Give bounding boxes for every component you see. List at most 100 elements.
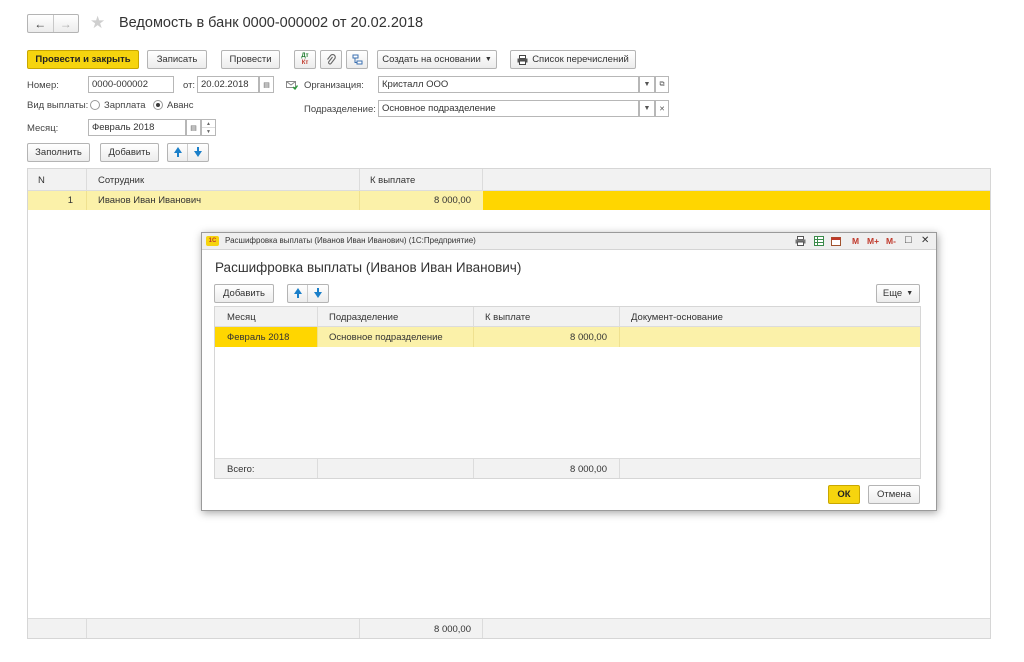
col-divider — [473, 458, 474, 478]
col-divider — [359, 618, 360, 638]
number-field[interactable]: 0000-000002 — [88, 76, 174, 93]
close-icon[interactable]: ✕ — [921, 235, 929, 246]
dialog-table-header: Месяц Подразделение К выплате Документ-о… — [215, 307, 920, 327]
arrow-up-stem — [177, 153, 179, 157]
header-basis-document[interactable]: Документ-основание — [631, 307, 723, 327]
attach-file-button[interactable] — [320, 50, 342, 69]
row-employee: Иванов Иван Иванович — [98, 195, 202, 206]
col-divider — [619, 458, 620, 478]
pay-type-salary-label[interactable]: Зарплата — [104, 100, 146, 111]
add-row-button[interactable]: Добавить — [100, 143, 159, 162]
save-button[interactable]: Записать — [147, 50, 207, 69]
cancel-button[interactable]: Отмена — [868, 485, 920, 504]
more-button[interactable]: Еще ▼ — [876, 284, 920, 303]
kt-label: Кт — [301, 59, 309, 66]
organization-open-icon[interactable]: ⧉ — [655, 76, 669, 93]
row-division: Основное подразделение — [329, 331, 443, 343]
print-icon[interactable] — [795, 236, 806, 246]
chevron-down-icon: ▼ — [906, 290, 914, 297]
table-row[interactable]: 1 Иванов Иван Иванович 8 000,00 — [28, 191, 990, 210]
post-and-close-button[interactable]: Провести и закрыть — [27, 50, 139, 69]
date-field[interactable]: 20.02.2018 — [197, 76, 259, 93]
row-month: Февраль 2018 — [227, 331, 290, 343]
month-stepper[interactable]: ▲ ▼ — [201, 119, 216, 136]
row-amount: 8 000,00 — [434, 195, 471, 206]
col-divider — [317, 307, 318, 327]
col-divider — [473, 327, 474, 347]
dialog-move-up-button[interactable] — [288, 285, 308, 302]
month-calendar-icon[interactable]: ▤ — [186, 119, 201, 136]
payment-breakdown-dialog: 1С Расшифровка выплаты (Иванов Иван Иван… — [201, 232, 937, 511]
organization-dropdown-icon[interactable]: ▼ — [639, 76, 655, 93]
mail-status-icon — [286, 81, 298, 90]
division-dropdown-icon[interactable]: ▼ — [639, 100, 655, 117]
row-selected-cell[interactable] — [483, 191, 990, 210]
move-up-button[interactable] — [168, 144, 188, 161]
col-divider — [359, 191, 360, 210]
calendar-icon[interactable]: ▤ — [259, 76, 274, 93]
forward-icon[interactable]: → — [54, 15, 79, 32]
pay-type-label: Вид выплаты: — [27, 100, 89, 111]
col-divider — [473, 307, 474, 327]
dialog-add-button[interactable]: Добавить — [214, 284, 274, 303]
printer-icon — [517, 54, 528, 65]
create-based-on-button[interactable]: Создать на основании ▼ — [377, 50, 497, 69]
col-divider — [482, 618, 483, 638]
calendar-icon[interactable] — [831, 236, 841, 246]
more-label: Еще — [882, 288, 903, 299]
header-amount[interactable]: К выплате — [370, 169, 415, 191]
pay-type-advance-label[interactable]: Аванс — [167, 100, 194, 111]
header-employee[interactable]: Сотрудник — [98, 169, 144, 191]
arrow-down-icon — [194, 151, 202, 157]
page-title: Ведомость в банк 0000-000002 от 20.02.20… — [119, 15, 424, 31]
dtkt-report-button[interactable]: Дт Кт — [294, 50, 316, 69]
memory-m-icon[interactable]: M — [852, 236, 859, 246]
footer-total: 8 000,00 — [434, 623, 471, 635]
fill-button[interactable]: Заполнить — [27, 143, 90, 162]
restore-window-icon[interactable]: □ — [905, 234, 912, 246]
number-label: Номер: — [27, 80, 59, 91]
memory-minus-icon[interactable]: M- — [886, 236, 896, 246]
col-divider — [359, 169, 360, 191]
header-amount[interactable]: К выплате — [485, 307, 530, 327]
chevron-down-icon: ▼ — [484, 56, 492, 63]
dialog-move-buttons — [287, 284, 329, 303]
stepper-up-icon[interactable]: ▲ — [202, 120, 215, 128]
stepper-down-icon[interactable]: ▼ — [202, 128, 215, 135]
memory-plus-icon[interactable]: M+ — [867, 236, 879, 246]
footer-label: Всего: — [227, 463, 255, 475]
pay-type-advance-radio[interactable] — [153, 100, 163, 110]
table-row[interactable]: Февраль 2018 Основное подразделение 8 00… — [215, 327, 920, 347]
organization-field[interactable]: Кристалл ООО — [378, 76, 639, 93]
dialog-move-down-button[interactable] — [308, 285, 328, 302]
back-icon[interactable]: ← — [28, 15, 54, 32]
ok-button[interactable]: ОК — [828, 485, 860, 504]
col-divider — [619, 327, 620, 347]
dialog-table-footer: Всего: 8 000,00 — [215, 458, 920, 478]
col-divider — [482, 169, 483, 191]
transfer-list-button[interactable]: Список перечислений — [510, 50, 636, 69]
pay-type-salary-radio[interactable] — [90, 100, 100, 110]
dialog-window-title: Расшифровка выплаты (Иванов Иван Иванови… — [225, 236, 476, 245]
month-label: Месяц: — [27, 123, 59, 134]
header-month[interactable]: Месяц — [227, 307, 256, 327]
col-divider — [317, 458, 318, 478]
dialog-table: Месяц Подразделение К выплате Документ-о… — [214, 306, 921, 479]
col-divider — [317, 327, 318, 347]
division-field[interactable]: Основное подразделение — [378, 100, 639, 117]
footer-total: 8 000,00 — [570, 463, 607, 475]
division-clear-icon[interactable]: ✕ — [655, 100, 669, 117]
dialog-titlebar: 1С Расшифровка выплаты (Иванов Иван Иван… — [202, 233, 936, 250]
favorite-star-icon[interactable]: ★ — [90, 13, 105, 33]
spreadsheet-icon[interactable] — [814, 236, 824, 246]
header-n[interactable]: N — [38, 169, 45, 191]
month-field[interactable]: Февраль 2018 — [88, 119, 186, 136]
create-based-on-label: Создать на основании — [382, 54, 481, 65]
nav-back-forward: ← → — [27, 14, 79, 33]
move-buttons — [167, 143, 209, 162]
move-down-button[interactable] — [188, 144, 208, 161]
col-divider — [86, 169, 87, 191]
post-button[interactable]: Провести — [221, 50, 280, 69]
structure-button[interactable] — [346, 50, 368, 69]
header-division[interactable]: Подразделение — [329, 307, 398, 327]
